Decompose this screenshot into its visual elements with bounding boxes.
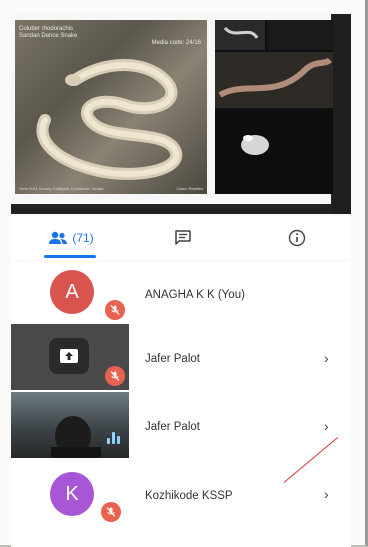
participant-name: Kozhikode KSSP (145, 490, 233, 502)
participant-name: Jafer Palot (145, 421, 200, 433)
chevron-right-icon[interactable]: › (324, 486, 329, 502)
participant-name: Jafer Palot (145, 353, 200, 365)
closeup-images (215, 20, 333, 194)
participant-row[interactable]: Jafer Palot › (11, 392, 351, 458)
info-icon (288, 229, 306, 247)
chevron-right-icon[interactable]: › (324, 350, 329, 366)
participant-list: A ANAGHA K K (You) Jafer Palot › Jafer P… (11, 262, 351, 547)
mic-off-icon (105, 366, 125, 386)
mic-off-icon (101, 502, 121, 522)
avatar: K (50, 472, 94, 516)
active-tab-indicator (44, 255, 96, 258)
shared-screen[interactable]: Coluber rhodorachis Sandan Dance Snake M… (11, 14, 351, 214)
slide-location: Yann 0011 Survey, Kuttiyadi, Kozhikode, … (19, 186, 104, 191)
slide-caption-title: Coluber rhodorachis Sandan Dance Snake (19, 26, 78, 39)
snake-photo: Coluber rhodorachis Sandan Dance Snake M… (15, 20, 207, 194)
people-count: (71) (72, 231, 94, 245)
tab-chat[interactable] (161, 216, 205, 260)
presentation-slide: Coluber rhodorachis Sandan Dance Snake M… (11, 14, 333, 204)
speaking-indicator-icon (107, 432, 120, 444)
avatar: A (50, 270, 94, 314)
participant-name: ANAGHA K K (You) (145, 289, 245, 301)
mic-off-icon (105, 300, 125, 320)
camera-tile (11, 392, 129, 458)
panel-tabs: (71) (11, 216, 351, 260)
participant-row[interactable]: K Kozhikode KSSP › (11, 468, 351, 534)
snake-illustration (36, 59, 183, 180)
chevron-right-icon[interactable]: › (324, 418, 329, 434)
slide-class: Class: Reptiles (176, 186, 203, 191)
camera-feed (51, 416, 101, 458)
tab-info[interactable] (275, 216, 319, 260)
tab-people[interactable]: (71) (31, 216, 111, 260)
snake-closeups (215, 20, 333, 194)
participant-row[interactable]: Jafer Palot › (11, 324, 351, 390)
chat-icon (175, 230, 191, 245)
present-screen-icon (49, 338, 89, 374)
presenting-tile (11, 324, 129, 390)
participant-row[interactable]: A ANAGHA K K (You) (11, 262, 351, 328)
people-icon (49, 231, 68, 244)
share-edge-bar (333, 14, 351, 214)
slide-media-code: Media code: 24/16 (151, 40, 201, 46)
